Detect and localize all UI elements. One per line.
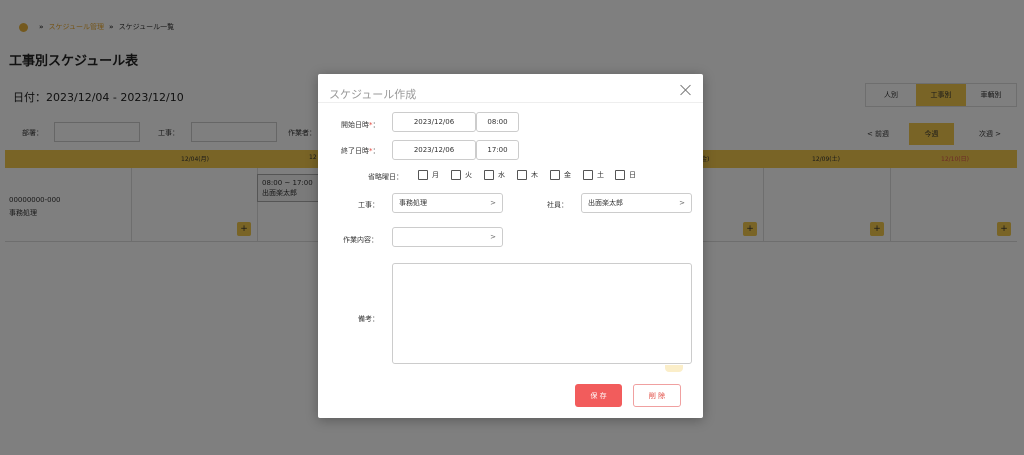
day-checkbox-sun[interactable]: 日 [615,170,636,180]
work-select-value: 事務処理 [399,199,427,207]
day-checkbox-thu[interactable]: 木 [517,170,538,180]
dialog-divider [318,102,703,103]
checkbox-icon [517,170,527,180]
day-checkbox-tue[interactable]: 火 [451,170,472,180]
checkbox-icon [550,170,560,180]
checkbox-icon [484,170,494,180]
close-icon[interactable] [680,84,692,96]
work-label: 工事： [358,201,379,209]
task-label: 作業内容： [343,236,378,244]
start-datetime-label: 開始日時*： [341,121,380,129]
delete-button[interactable]: 削 除 [633,384,681,407]
checkbox-icon [451,170,461,180]
chevron-right-icon: > [679,199,685,207]
dialog-title: スケジュール作成 [329,88,417,101]
task-select[interactable]: > [392,227,503,247]
day-checkbox-mon[interactable]: 月 [418,170,439,180]
employee-select[interactable]: 出面楽太郎 > [581,193,692,213]
checkbox-icon [583,170,593,180]
notes-textarea[interactable] [392,263,692,364]
employee-select-value: 出面楽太郎 [588,199,623,207]
day-checkbox-wed[interactable]: 水 [484,170,505,180]
end-time-input[interactable]: 17:00 [476,140,519,160]
chevron-right-icon: > [490,233,496,241]
checkbox-icon [615,170,625,180]
start-date-input[interactable]: 2023/12/06 [392,112,476,132]
omit-days-label: 省略曜日： [368,173,403,181]
day-checkbox-sat[interactable]: 土 [583,170,604,180]
end-date-input[interactable]: 2023/12/06 [392,140,476,160]
chevron-right-icon: > [490,199,496,207]
start-time-input[interactable]: 08:00 [476,112,519,132]
save-button[interactable]: 保 存 [575,384,622,407]
end-datetime-label: 終了日時*： [341,147,380,155]
schedule-create-dialog: スケジュール作成 開始日時*： 2023/12/06 08:00 終了日時*： … [318,74,703,418]
resize-handle[interactable] [665,365,683,372]
work-select[interactable]: 事務処理 > [392,193,503,213]
day-checkbox-fri[interactable]: 金 [550,170,571,180]
checkbox-icon [418,170,428,180]
notes-label: 備考： [358,315,379,323]
employee-label: 社員： [547,201,568,209]
